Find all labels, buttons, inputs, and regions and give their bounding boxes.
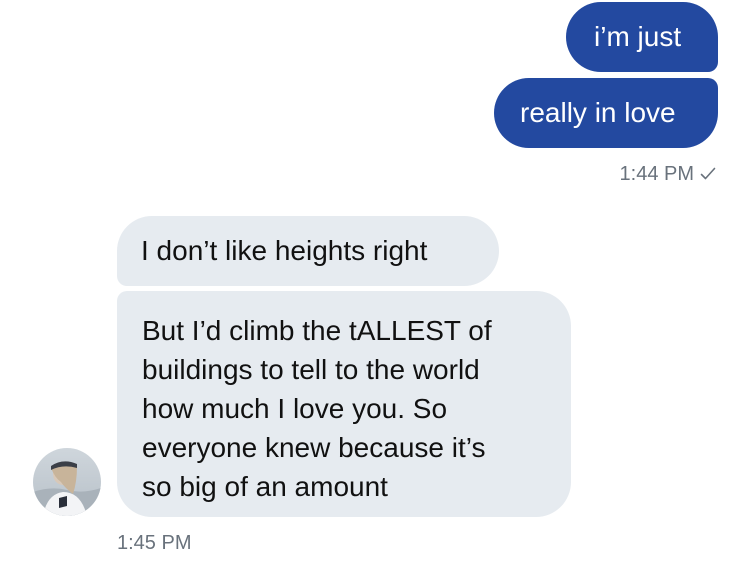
message-text-line: But I’d climb the tALLEST of (142, 315, 492, 346)
check-icon (700, 167, 716, 181)
outgoing-timestamp: 1:44 PM (620, 161, 716, 187)
timestamp-text: 1:45 PM (117, 532, 192, 554)
message-text-line: so big of an amount (142, 471, 388, 502)
message-text-line: everyone knew because it’s (142, 432, 486, 463)
incoming-message-bubble[interactable]: I don’t like heights right (117, 216, 499, 286)
outgoing-message-bubble[interactable]: i’m just (566, 2, 718, 72)
message-text: i’m just (594, 21, 682, 52)
timestamp-text: 1:44 PM (619, 163, 694, 185)
message-text-line: buildings to tell to the world (142, 354, 480, 385)
avatar-photo-icon (33, 448, 101, 516)
message-text: really in love (520, 97, 676, 128)
sender-avatar[interactable] (33, 448, 101, 516)
message-text-line: how much I love you. So (142, 393, 448, 424)
outgoing-message-bubble[interactable]: really in love (494, 78, 718, 148)
incoming-message-bubble[interactable]: But I’d climb the tALLEST of buildings t… (117, 291, 571, 517)
message-text: I don’t like heights right (141, 235, 428, 266)
incoming-timestamp: 1:45 PM (117, 530, 191, 556)
